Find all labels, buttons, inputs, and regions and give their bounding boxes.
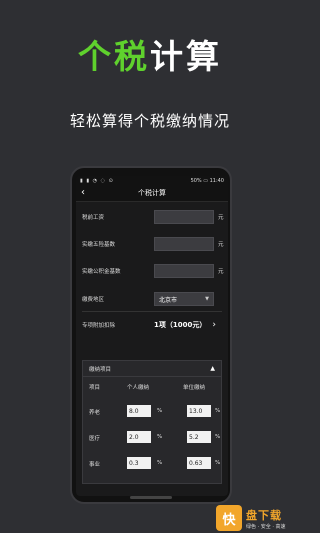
special-deduction-label: 专项附加扣除 (82, 323, 116, 329)
personal-input[interactable]: 0.3 (127, 457, 151, 469)
company-input[interactable]: 5.2 (187, 431, 211, 443)
fund-base-label: 实缴公积金基数 (82, 269, 121, 275)
company-input[interactable]: 0.63 (187, 457, 211, 469)
insurance-base-label: 实缴五险基数 (82, 242, 116, 248)
panel-header[interactable]: 缴纳项目 ▲ (83, 361, 221, 377)
fund-base-row: 实缴公积金基数 元 (82, 264, 228, 278)
hero-title: 个税计算 (0, 30, 300, 78)
insurance-base-unit: 元 (218, 242, 224, 248)
nav-bar: ‹ 个税计算 (76, 185, 228, 202)
salary-input[interactable] (154, 210, 214, 224)
insurance-base-input[interactable] (154, 237, 214, 251)
hero-subtitle: 轻松算得个税缴纳情况 (69, 112, 230, 130)
region-value: 北京市 (159, 296, 178, 304)
company-input[interactable]: 13.0 (187, 405, 211, 417)
status-bar: ▮ ▮ ◔ ◌ ⊙ 50% ▭ 11:40 (76, 176, 228, 185)
status-icons: ▮ ▮ ◔ ◌ ⊙ (80, 177, 114, 184)
row-name: 养老 (89, 410, 101, 416)
special-deduction-value: 1项（1000元） (154, 321, 207, 329)
chevron-right-icon: › (212, 320, 216, 330)
special-deduction-row[interactable]: 专项附加扣除 1项（1000元） › (82, 318, 228, 332)
percent-sign: % (157, 434, 163, 440)
personal-input[interactable]: 2.0 (127, 431, 151, 443)
table-row: 医疗 2.0 % 5.2 % (83, 431, 223, 443)
insurance-base-row: 实缴五险基数 元 (82, 237, 228, 251)
badge-text: 盘下载 绿色 · 安全 · 高速 (246, 507, 286, 530)
badge-name: 盘下载 (246, 508, 282, 522)
salary-row: 税前工资 元 (82, 210, 228, 224)
badge-tagline: 绿色 · 安全 · 高速 (246, 523, 286, 530)
salary-label: 税前工资 (82, 215, 105, 221)
personal-input[interactable]: 8.0 (127, 405, 151, 417)
contribution-panel: 缴纳项目 ▲ 项目 个人缴纳 单位缴纳 养老 8.0 % 13.0 % 医疗 2… (82, 360, 222, 484)
page-title: 个税计算 (138, 189, 166, 197)
percent-sign: % (157, 460, 163, 466)
region-select[interactable]: 北京市 ▼ (154, 292, 214, 306)
phone-screen: ▮ ▮ ◔ ◌ ⊙ 50% ▭ 11:40 ‹ 个税计算 税前工资 元 实缴五险… (76, 176, 228, 496)
percent-sign: % (157, 408, 163, 414)
col-company: 单位缴纳 (183, 385, 206, 391)
panel-title: 缴纳项目 (89, 366, 112, 373)
col-personal: 个人缴纳 (127, 385, 150, 391)
logo: 快 (216, 505, 242, 531)
phone-frame: ▮ ▮ ◔ ◌ ⊙ 50% ▭ 11:40 ‹ 个税计算 税前工资 元 实缴五险… (70, 166, 232, 504)
percent-sign: % (215, 460, 221, 466)
back-icon[interactable]: ‹ (81, 187, 85, 198)
salary-unit: 元 (218, 215, 224, 221)
region-label: 缴费地区 (82, 297, 105, 303)
col-item: 项目 (89, 385, 101, 391)
fund-base-unit: 元 (218, 269, 224, 275)
status-time: 50% ▭ 11:40 (190, 177, 224, 184)
table-row: 事业 0.3 % 0.63 % (83, 457, 223, 469)
percent-sign: % (215, 408, 221, 414)
home-indicator (130, 496, 172, 499)
hero-title-green: 个税 (78, 37, 150, 76)
row-name: 事业 (89, 462, 101, 468)
divider (82, 311, 222, 312)
collapse-icon[interactable]: ▲ (210, 365, 215, 372)
region-row: 缴费地区 北京市 ▼ (82, 292, 228, 306)
row-name: 医疗 (89, 436, 101, 442)
hero-title-white: 计算 (150, 37, 222, 76)
chevron-down-icon: ▼ (205, 296, 209, 302)
table-row: 养老 8.0 % 13.0 % (83, 405, 223, 417)
fund-base-input[interactable] (154, 264, 214, 278)
watermark-badge: 快 盘下载 绿色 · 安全 · 高速 (216, 503, 300, 533)
percent-sign: % (215, 434, 221, 440)
